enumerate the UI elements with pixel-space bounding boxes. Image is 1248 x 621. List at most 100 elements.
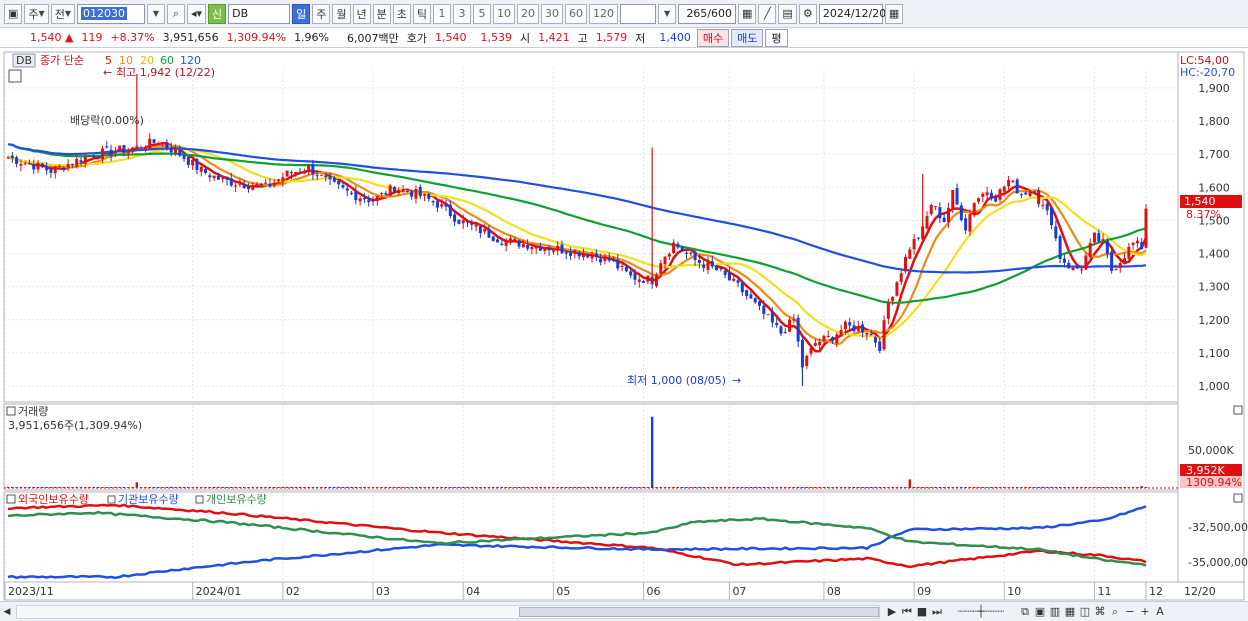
candle-body bbox=[805, 355, 809, 367]
period-year[interactable]: 년 bbox=[352, 3, 371, 24]
interval-3[interactable]: 3 bbox=[453, 3, 472, 24]
chart-canvas[interactable]: 1,9001,8001,7001,6001,5001,4001,3001,200… bbox=[0, 48, 1248, 601]
sell-button[interactable]: 매도 bbox=[731, 28, 764, 47]
y-tick-label: 1,400 bbox=[1198, 248, 1230, 261]
code-input[interactable]: 012030 bbox=[76, 3, 145, 24]
close-icon[interactable] bbox=[1233, 493, 1243, 503]
volume-bar bbox=[577, 487, 581, 488]
flat-button[interactable]: 평 bbox=[765, 28, 788, 47]
chevron-down-icon: ▼ bbox=[663, 9, 671, 18]
draw-icon[interactable]: ╱ bbox=[758, 3, 777, 24]
candle-body bbox=[427, 194, 431, 199]
close-icon[interactable] bbox=[1233, 405, 1243, 415]
code-value: 012030 bbox=[80, 7, 127, 20]
scroll-left-icon[interactable]: ◀ bbox=[0, 604, 14, 620]
interval-custom[interactable] bbox=[620, 3, 657, 24]
candle-body bbox=[895, 282, 899, 296]
chevron-down-icon: ▼ bbox=[38, 9, 45, 18]
scroll-track[interactable] bbox=[16, 604, 880, 619]
panel-marker-icon[interactable] bbox=[195, 495, 204, 504]
chart-window: ▣ 주 ▼ 전 ▼ 012030 ▼ ⌕ ◂▾ 신 DB 일 주 월 년 분 초 틱… bbox=[0, 0, 1248, 621]
volume-bar bbox=[985, 487, 989, 488]
interval-1[interactable]: 1 bbox=[433, 3, 452, 24]
panel-icon[interactable]: ▥ bbox=[1049, 605, 1061, 619]
period-minute[interactable]: 분 bbox=[372, 3, 391, 24]
legend-foreign[interactable]: 외국인보유수량 bbox=[18, 493, 89, 506]
candle-body bbox=[620, 265, 624, 267]
candle-body bbox=[534, 245, 538, 249]
period-second[interactable]: 초 bbox=[392, 3, 411, 24]
legend-individual[interactable]: 개인보유수량 bbox=[206, 493, 267, 506]
candle-body bbox=[1007, 180, 1011, 187]
type-select[interactable]: 전 ▼ bbox=[50, 3, 75, 24]
save-icon[interactable]: ▤ bbox=[778, 3, 797, 24]
interval-30[interactable]: 30 bbox=[541, 3, 564, 24]
gear-icon[interactable]: ⚙ bbox=[798, 3, 817, 24]
candle-body bbox=[581, 253, 585, 258]
image-icon[interactable]: ▣ bbox=[1034, 605, 1046, 619]
period-tick[interactable]: 틱 bbox=[412, 3, 432, 24]
zoom-icon[interactable]: ⌕ bbox=[1109, 605, 1121, 619]
candle-body bbox=[1050, 208, 1054, 226]
candle-body bbox=[405, 191, 409, 193]
candle-body bbox=[92, 155, 96, 158]
scroll-thumb[interactable] bbox=[519, 606, 879, 617]
interval-120[interactable]: 120 bbox=[589, 3, 619, 24]
date-field[interactable]: 2024/12/20 bbox=[818, 3, 886, 24]
volume-bar bbox=[633, 487, 637, 488]
period-day[interactable]: 일 bbox=[292, 3, 311, 24]
candle-body bbox=[234, 185, 238, 187]
compare-icon[interactable]: ▦ bbox=[738, 3, 757, 24]
candle-body bbox=[315, 175, 319, 177]
stop-icon[interactable]: ■ bbox=[916, 605, 928, 619]
forward-icon[interactable]: ⏭ bbox=[931, 605, 943, 619]
buy-button[interactable]: 매수 bbox=[696, 28, 730, 47]
interval-10[interactable]: 10 bbox=[493, 3, 516, 24]
candle-body bbox=[1015, 179, 1019, 194]
candle-body bbox=[341, 185, 345, 188]
candle-body bbox=[350, 192, 354, 194]
period-week[interactable]: 주 bbox=[312, 3, 331, 24]
speed-slider[interactable]: ┈┈┈┼┈┈┈ bbox=[946, 605, 1016, 619]
candle-body bbox=[1062, 258, 1066, 263]
panel-marker-icon[interactable] bbox=[6, 406, 16, 416]
calendar-icon[interactable]: ▦ bbox=[884, 3, 904, 24]
chart-type-icon[interactable]: ◫ bbox=[1079, 605, 1091, 619]
interval-5[interactable]: 5 bbox=[473, 3, 492, 24]
candle-body bbox=[667, 253, 671, 257]
candle-body bbox=[938, 207, 942, 219]
candle-body bbox=[418, 186, 422, 197]
code-dropdown[interactable]: ▼ bbox=[146, 3, 165, 24]
volume-last-pct: 1309.94% bbox=[1186, 476, 1242, 489]
interval-20[interactable]: 20 bbox=[517, 3, 540, 24]
plus-icon[interactable]: + bbox=[1139, 605, 1151, 619]
panel-marker-icon[interactable] bbox=[107, 495, 116, 504]
rewind-icon[interactable]: ⏮ bbox=[901, 605, 913, 619]
grid-icon[interactable]: ▦ bbox=[1064, 605, 1076, 619]
link-icon[interactable]: ⌘ bbox=[1094, 605, 1106, 619]
candle-body bbox=[1135, 240, 1139, 244]
candle-body bbox=[1140, 242, 1144, 250]
candle-body bbox=[800, 339, 804, 368]
panel-marker-icon[interactable] bbox=[6, 494, 16, 504]
interval-60[interactable]: 60 bbox=[565, 3, 588, 24]
play-icon[interactable]: ▶ bbox=[886, 605, 898, 619]
overlay-icon[interactable]: ⧉ bbox=[1019, 605, 1031, 619]
candle-body bbox=[66, 164, 70, 168]
search-icon[interactable]: ⌕ bbox=[166, 3, 185, 24]
count-field[interactable]: 265/600 bbox=[678, 3, 737, 24]
candle-body bbox=[676, 243, 680, 248]
legend-institution[interactable]: 기관보유수량 bbox=[118, 493, 179, 506]
layout-icon[interactable]: ▣ bbox=[4, 3, 23, 24]
candle-body bbox=[311, 164, 315, 175]
minus-icon[interactable]: − bbox=[1124, 605, 1136, 619]
price-change: 119 bbox=[81, 31, 103, 44]
market-select[interactable]: 주 ▼ bbox=[24, 3, 49, 24]
table-icon[interactable] bbox=[8, 69, 22, 83]
candle-body bbox=[191, 159, 195, 166]
period-month[interactable]: 월 bbox=[332, 3, 351, 24]
interval-dropdown[interactable]: ▼ bbox=[658, 3, 677, 24]
speaker-icon[interactable]: ◂▾ bbox=[186, 3, 207, 24]
auto-icon[interactable]: A bbox=[1154, 605, 1166, 619]
name-field[interactable]: DB bbox=[228, 3, 291, 24]
